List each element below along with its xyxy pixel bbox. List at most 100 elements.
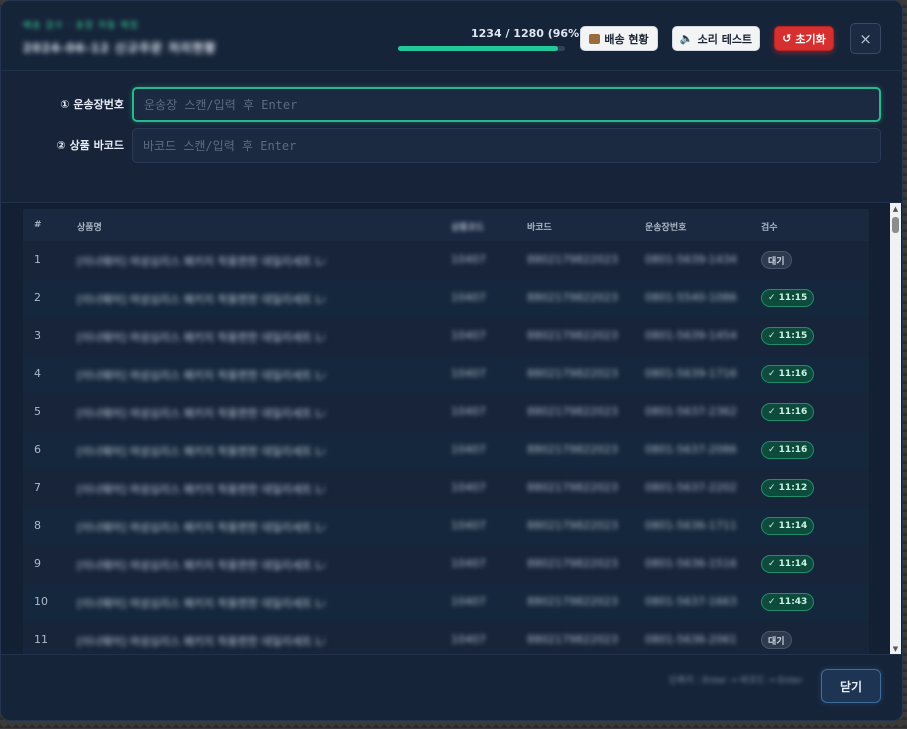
row-index: 2 <box>34 291 41 304</box>
table-row[interactable]: 9 [이너웨어] 여성심리스 패키지 착용편한 데일리세트 L사이즈 2매 1040… <box>23 545 869 583</box>
row-invoice: 0801-5540-1086 <box>645 291 737 304</box>
row-product-code: 10407 <box>451 405 486 418</box>
row-product-name: [이너웨어] 여성심리스 패키지 착용편한 데일리세트 L사이즈 2매 <box>77 369 325 382</box>
row-barcode: 8802179822023 <box>527 329 618 342</box>
row-barcode: 8802179822023 <box>527 633 618 646</box>
row-invoice: 0801-5639-1716 <box>645 367 737 380</box>
delivery-status-button[interactable]: 배송 현황 <box>580 26 658 51</box>
status-badge: ✓ 11:16 <box>761 403 815 421</box>
row-index: 5 <box>34 405 41 418</box>
col-product-code: 상품코드 <box>451 223 485 233</box>
barcode-input[interactable] <box>132 128 881 163</box>
table-row[interactable]: 3 [이너웨어] 여성심리스 패키지 착용편한 데일리세트 L사이즈 2매 1040… <box>23 317 869 355</box>
row-barcode: 8802179822023 <box>527 443 618 456</box>
status-badge: ✓ 11:16 <box>761 441 815 459</box>
status-badge: ✓ 11:16 <box>761 365 815 383</box>
status-badge: ✓ 11:14 <box>761 555 815 573</box>
row-product-code: 10407 <box>451 367 486 380</box>
row-barcode: 8802179822023 <box>527 367 618 380</box>
row-index: 10 <box>34 595 48 608</box>
row-product-code: 10407 <box>451 481 486 494</box>
table-scrollbar[interactable]: ▲ ▼ <box>890 203 901 655</box>
row-product-code: 10407 <box>451 291 486 304</box>
delivery-status-label: 배송 현황 <box>604 32 649 46</box>
row-product-code: 10407 <box>451 633 486 646</box>
row-index: 7 <box>34 481 41 494</box>
table-row[interactable]: 7 [이너웨어] 여성심리스 패키지 착용편한 데일리세트 L사이즈 2매 1040… <box>23 469 869 507</box>
modal-header: 배송 검수 · 송장 자동 매칭 2024-06-12 신규주문 처리현황 12… <box>1 1 902 71</box>
col-barcode: 바코드 <box>527 223 552 233</box>
row-barcode: 8802179822023 <box>527 291 618 304</box>
close-icon[interactable]: × <box>850 23 881 54</box>
close-button[interactable]: 닫기 <box>821 669 881 703</box>
row-product-name: [이너웨어] 여성심리스 패키지 착용편한 데일리세트 L사이즈 2매 <box>77 331 325 344</box>
status-badge: ✓ 11:12 <box>761 479 815 497</box>
scan-modal: 배송 검수 · 송장 자동 매칭 2024-06-12 신규주문 처리현황 12… <box>0 0 903 721</box>
row-barcode: 8802179822023 <box>527 557 618 570</box>
row-product-name: [이너웨어] 여성심리스 패키지 착용편한 데일리세트 L사이즈 2매 <box>77 483 325 496</box>
row-product-code: 10407 <box>451 253 486 266</box>
box-icon <box>589 33 601 44</box>
sound-test-button[interactable]: 🔈 소리 테스트 <box>672 26 760 51</box>
table-row[interactable]: 1 [이너웨어] 여성심리스 패키지 착용편한 데일리세트 L사이즈 2매 1040… <box>23 241 869 279</box>
row-barcode: 8802179822023 <box>527 595 618 608</box>
items-table: # 상품명 상품코드 바코드 운송장번호 검수 1 [이너웨어] 여성심리스 패키… <box>1 202 902 659</box>
row-barcode: 8802179822023 <box>527 481 618 494</box>
invoice-input[interactable] <box>132 87 881 122</box>
order-title: 2024-06-12 신규주문 처리현황 <box>23 41 217 55</box>
progress-fill <box>398 46 559 51</box>
row-product-name: [이너웨어] 여성심리스 패키지 착용편한 데일리세트 L사이즈 2매 <box>77 445 325 458</box>
col-inspection: 검수 <box>761 223 778 233</box>
row-product-code: 10407 <box>451 443 486 456</box>
scroll-thumb[interactable] <box>892 217 899 233</box>
table-row[interactable]: 8 [이너웨어] 여성심리스 패키지 착용편한 데일리세트 L사이즈 2매 1040… <box>23 507 869 545</box>
row-invoice: 0801-5639-1434 <box>645 253 737 266</box>
row-index: 11 <box>34 633 48 646</box>
row-product-name: [이너웨어] 여성심리스 패키지 착용편한 데일리세트 L사이즈 2매 <box>77 559 325 572</box>
row-barcode: 8802179822023 <box>527 253 618 266</box>
barcode-label: ② 상품 바코드 <box>56 139 124 152</box>
col-invoice: 운송장번호 <box>645 223 687 233</box>
status-badge: 대기 <box>761 251 792 269</box>
row-index: 4 <box>34 367 41 380</box>
row-barcode: 8802179822023 <box>527 405 618 418</box>
row-invoice: 0801-5637-2362 <box>645 405 737 418</box>
status-badge: ✓ 11:43 <box>761 593 815 611</box>
reset-button[interactable]: ↺ 초기화 <box>774 26 834 51</box>
row-index: 6 <box>34 443 41 456</box>
row-product-name: [이너웨어] 여성심리스 패키지 착용편한 데일리세트 L사이즈 2매 <box>77 597 325 610</box>
modal-footer: 단축키 : Enter → 바코드 → Enter 닫기 <box>1 654 902 720</box>
table-row[interactable]: 10 [이너웨어] 여성심리스 패키지 착용편한 데일리세트 L사이즈 2매 104… <box>23 583 869 621</box>
table-row[interactable]: 2 [이너웨어] 여성심리스 패키지 착용편한 데일리세트 L사이즈 2매 1040… <box>23 279 869 317</box>
table-row[interactable]: 4 [이너웨어] 여성심리스 패키지 착용편한 데일리세트 L사이즈 2매 1040… <box>23 355 869 393</box>
row-invoice: 0801-5637-2202 <box>645 481 737 494</box>
row-invoice: 0801-5637-2086 <box>645 443 737 456</box>
row-index: 1 <box>34 253 41 266</box>
sound-test-label: 소리 테스트 <box>697 32 753 46</box>
status-badge: ✓ 11:15 <box>761 289 815 307</box>
row-index: 3 <box>34 329 41 342</box>
row-product-name: [이너웨어] 여성심리스 패키지 착용편한 데일리세트 L사이즈 2매 <box>77 521 325 534</box>
row-product-name: [이너웨어] 여성심리스 패키지 착용편한 데일리세트 L사이즈 2매 <box>77 293 325 306</box>
invoice-label: ① 운송장번호 <box>60 98 124 111</box>
scroll-up-icon[interactable]: ▲ <box>890 203 901 215</box>
shortcut-hint: 단축키 : Enter → 바코드 → Enter <box>669 676 803 686</box>
row-product-code: 10407 <box>451 557 486 570</box>
col-index: # <box>34 220 42 230</box>
table-header: # 상품명 상품코드 바코드 운송장번호 검수 <box>23 209 869 241</box>
row-invoice: 0801-5637-1663 <box>645 595 737 608</box>
speaker-icon: 🔈 <box>679 32 694 45</box>
row-invoice: 0801-5636-2061 <box>645 633 737 646</box>
row-invoice: 0801-5636-1516 <box>645 557 737 570</box>
table-row[interactable]: 6 [이너웨어] 여성심리스 패키지 착용편한 데일리세트 L사이즈 2매 1040… <box>23 431 869 469</box>
reset-label: 초기화 <box>795 32 826 46</box>
progress-text: 1234 / 1280 (96%) <box>471 27 585 40</box>
progress-bar <box>398 46 565 51</box>
status-badge: 대기 <box>761 631 792 649</box>
row-product-name: [이너웨어] 여성심리스 패키지 착용편한 데일리세트 L사이즈 2매 <box>77 635 325 648</box>
row-index: 8 <box>34 519 41 532</box>
status-badge: ✓ 11:14 <box>761 517 815 535</box>
row-index: 9 <box>34 557 41 570</box>
row-invoice: 0801-5636-1711 <box>645 519 737 532</box>
table-row[interactable]: 5 [이너웨어] 여성심리스 패키지 착용편한 데일리세트 L사이즈 2매 1040… <box>23 393 869 431</box>
